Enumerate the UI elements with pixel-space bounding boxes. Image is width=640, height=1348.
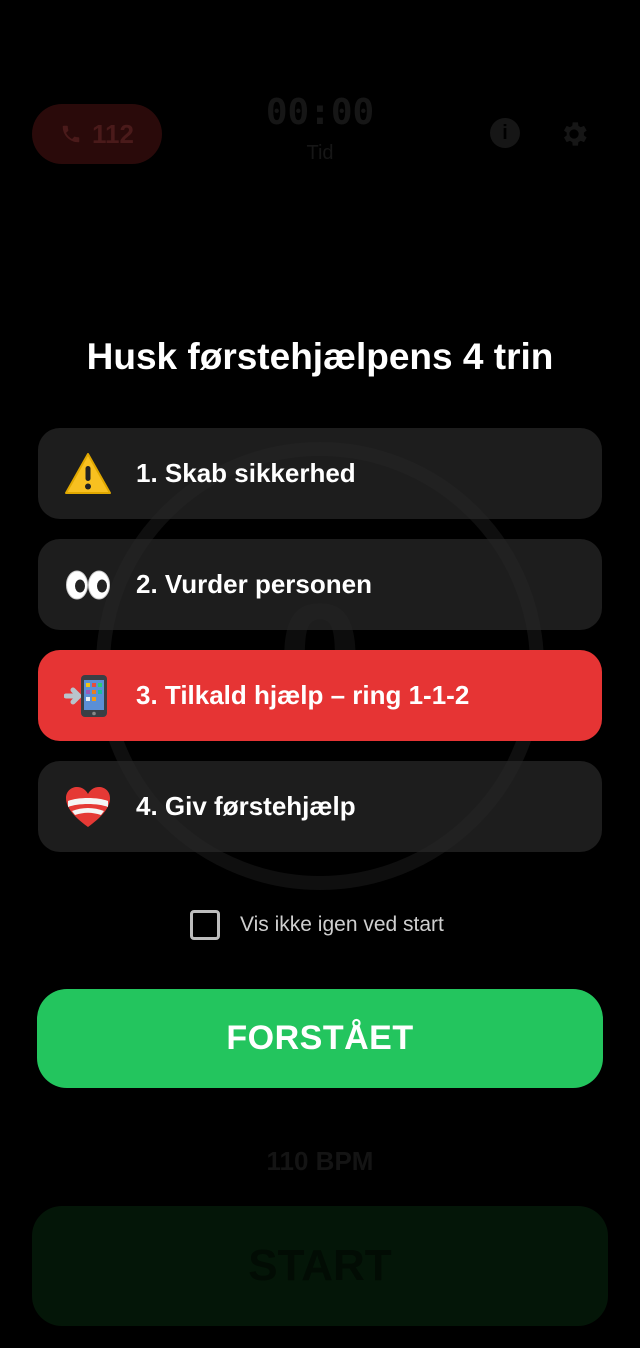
- step-label: 3. Tilkald hjælp – ring 1-1-2: [136, 680, 470, 710]
- step-label: 4. Giv førstehjælp: [136, 791, 356, 821]
- timer-label: Tid: [306, 142, 334, 164]
- dont-show-again-label: Vis ikke igen ved start: [240, 913, 444, 936]
- steps-list: 1. Skab sikkerhed 2. Vurder personen 3. …: [38, 428, 602, 872]
- info-icon: i: [490, 118, 520, 148]
- step-item: 1. Skab sikkerhed: [38, 428, 602, 519]
- eyes-icon: [64, 561, 112, 609]
- step-label: 1. Skab sikkerhed: [136, 458, 356, 488]
- step-item-active: 3. Tilkald hjælp – ring 1-1-2: [38, 650, 602, 741]
- timer: 00:00: [265, 92, 375, 133]
- phone-call-icon: [64, 672, 112, 720]
- step-label: 2. Vurder personen: [136, 569, 372, 599]
- step-item: 4. Giv førstehjælp: [38, 761, 602, 852]
- confirm-button[interactable]: FORSTÅET: [37, 989, 603, 1088]
- gear-icon: [564, 122, 587, 146]
- warning-icon: [64, 450, 112, 498]
- dont-show-again-row[interactable]: Vis ikke igen ved start: [190, 910, 444, 940]
- bandaged-heart-icon: [64, 783, 112, 831]
- step-item: 2. Vurder personen: [38, 539, 602, 630]
- dont-show-again-checkbox[interactable]: [190, 910, 220, 940]
- modal-title: Husk førstehjælpens 4 trin: [86, 336, 554, 377]
- start-button: START: [32, 1206, 608, 1326]
- bpm-label: 110 BPM: [266, 1146, 374, 1176]
